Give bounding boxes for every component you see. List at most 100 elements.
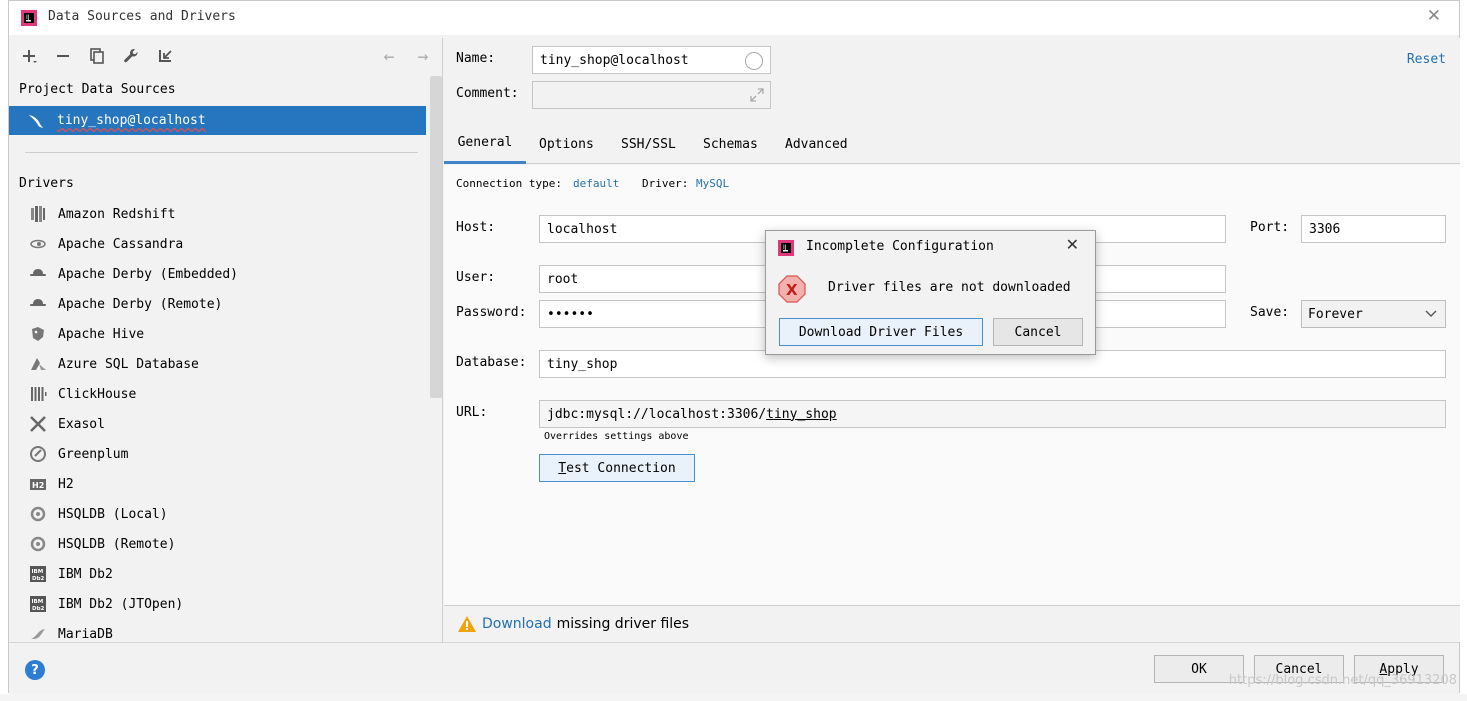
tab-schemas[interactable]: Schemas — [703, 124, 758, 164]
remove-icon[interactable] — [53, 46, 73, 66]
driver-item-azure-sql-database[interactable]: Azure SQL Database — [9, 349, 429, 379]
modal-message: Driver files are not downloaded — [828, 280, 1071, 295]
port-label: Port: — [1250, 220, 1290, 235]
tab-ssh-ssl[interactable]: SSH/SSL — [621, 124, 676, 164]
error-icon: X — [778, 275, 806, 303]
driver-item-mariadb[interactable]: MariaDB — [9, 619, 429, 642]
driver-label: Exasol — [58, 416, 105, 432]
svg-text:IBM: IBM — [32, 569, 44, 575]
driver-item-clickhouse[interactable]: ClickHouse — [9, 379, 429, 409]
color-circle-icon[interactable] — [745, 52, 763, 70]
forward-arrow-icon[interactable]: → — [413, 46, 433, 67]
driver-label: HSQLDB (Local) — [58, 506, 168, 522]
driver-label: Amazon Redshift — [58, 206, 176, 222]
hive-icon — [29, 325, 47, 343]
project-data-sources-label: Project Data Sources — [19, 82, 176, 97]
test-label: est Connection — [566, 460, 676, 476]
import-icon[interactable] — [155, 46, 175, 66]
url-prefix: jdbc:mysql://localhost:3306/ — [547, 406, 767, 422]
driver-item-apache-hive[interactable]: Apache Hive — [9, 319, 429, 349]
driver-item-exasol[interactable]: Exasol — [9, 409, 429, 439]
driver-item-apache-derby-embedded[interactable]: Apache Derby (Embedded) — [9, 259, 429, 289]
driver-item-amazon-redshift[interactable]: Amazon Redshift — [9, 199, 429, 229]
clickhouse-icon — [29, 385, 47, 403]
password-label: Password: — [456, 305, 527, 320]
expand-icon[interactable] — [750, 88, 764, 102]
driver-list: Amazon Redshift Apache Cassandra Apache … — [9, 199, 429, 642]
port-field[interactable]: 3306 — [1301, 215, 1446, 243]
data-source-item-selected[interactable]: tiny_shop@localhost — [9, 106, 426, 135]
hsqldb-icon — [29, 535, 47, 553]
bottom-bar: ? OK Cancel Apply https://blog.csdn.net/… — [9, 642, 1459, 694]
redshift-icon — [29, 205, 47, 223]
reset-link[interactable]: Reset — [1407, 52, 1446, 67]
modal-cancel-button[interactable]: Cancel — [993, 318, 1083, 346]
connection-type-link[interactable]: default — [573, 177, 619, 190]
h2-icon: H2 — [29, 475, 47, 493]
greenplum-icon — [29, 445, 47, 463]
driver-item-ibm-db2[interactable]: IBM Db2 IBM Db2 — [9, 559, 429, 589]
derby-icon — [29, 265, 47, 283]
data-source-label: tiny_shop@localhost — [57, 113, 206, 128]
driver-label: HSQLDB (Remote) — [58, 536, 176, 552]
driver-label: Apache Derby (Embedded) — [58, 266, 239, 282]
download-driver-files-button[interactable]: Download Driver Files — [779, 318, 983, 346]
window-close-icon[interactable]: ✕ — [1427, 6, 1441, 26]
left-scrollbar[interactable] — [430, 76, 442, 398]
comment-label: Comment: — [456, 86, 519, 101]
status-message: missing driver files — [556, 616, 690, 632]
tab-general[interactable]: General — [444, 124, 526, 164]
name-field[interactable]: tiny_shop@localhost — [532, 46, 771, 74]
connection-type-label: Connection type: — [456, 177, 562, 190]
driver-link[interactable]: MySQL — [696, 177, 729, 190]
driver-label: IBM Db2 — [58, 566, 113, 582]
add-icon[interactable] — [19, 46, 39, 66]
download-link[interactable]: Download — [482, 616, 552, 632]
incomplete-configuration-modal: IJ Incomplete Configuration ✕ X Driver f… — [765, 230, 1096, 355]
save-select[interactable]: Forever — [1301, 300, 1446, 328]
svg-text:Db2: Db2 — [32, 576, 45, 582]
derby-icon — [29, 295, 47, 313]
warning-icon — [458, 616, 476, 632]
intellij-app-icon: IJ — [778, 240, 794, 256]
driver-label: IBM Db2 (JTOpen) — [58, 596, 184, 612]
wrench-icon[interactable] — [121, 46, 141, 66]
duplicate-icon[interactable] — [87, 46, 107, 66]
db2-icon: IBM Db2 — [29, 595, 47, 613]
save-select-value: Forever — [1308, 306, 1363, 322]
tab-advanced[interactable]: Advanced — [785, 124, 848, 164]
driver-item-ibm-db2-jtopen[interactable]: IBM Db2 IBM Db2 (JTOpen) — [9, 589, 429, 619]
port-value: 3306 — [1309, 221, 1341, 237]
url-database-link[interactable]: tiny_shop — [766, 407, 836, 422]
help-icon[interactable]: ? — [25, 660, 45, 680]
driver-item-apache-cassandra[interactable]: Apache Cassandra — [9, 229, 429, 259]
name-value: tiny_shop@localhost — [540, 52, 689, 68]
hsqldb-icon — [29, 505, 47, 523]
driver-label: Greenplum — [58, 446, 129, 462]
modal-close-icon[interactable]: ✕ — [1066, 235, 1079, 254]
data-sources-dialog: IJ Data Sources and Drivers ✕ ← → Projec… — [8, 0, 1460, 694]
driver-item-greenplum[interactable]: Greenplum — [9, 439, 429, 469]
exasol-icon — [29, 415, 47, 433]
driver-label: Driver: — [642, 177, 689, 190]
svg-text:IJ: IJ — [783, 244, 787, 251]
driver-item-h2[interactable]: H2 H2 — [9, 469, 429, 499]
modal-title: Incomplete Configuration — [806, 239, 994, 254]
watermark: https://blog.csdn.net/qq_36913208 — [1228, 673, 1457, 688]
svg-text:H2: H2 — [32, 481, 44, 490]
url-field[interactable]: jdbc:mysql://localhost:3306/tiny_shop — [539, 400, 1446, 428]
driver-item-apache-derby-remote[interactable]: Apache Derby (Remote) — [9, 289, 429, 319]
back-arrow-icon[interactable]: ← — [379, 46, 399, 67]
database-label: Database: — [456, 355, 527, 370]
tab-options[interactable]: Options — [539, 124, 594, 164]
driver-item-hsqldb-remote[interactable]: HSQLDB (Remote) — [9, 529, 429, 559]
tab-bar: General Options SSH/SSL Schemas Advanced — [444, 124, 1460, 164]
azure-icon — [29, 355, 47, 373]
password-value: •••••• — [547, 306, 594, 322]
test-connection-button[interactable]: Test Connection — [539, 454, 695, 482]
background-bottom — [0, 694, 1467, 701]
comment-field[interactable] — [532, 81, 771, 109]
driver-item-hsqldb-local[interactable]: HSQLDB (Local) — [9, 499, 429, 529]
svg-text:Db2: Db2 — [32, 606, 45, 612]
database-value: tiny_shop — [547, 356, 618, 372]
